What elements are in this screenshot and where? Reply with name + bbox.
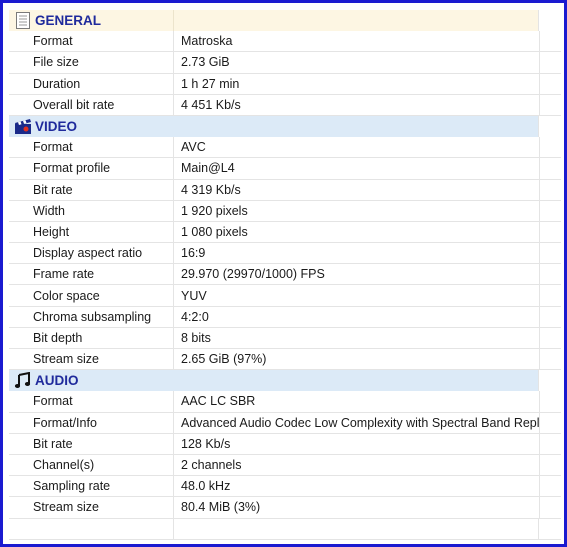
section-header-video[interactable]: VIDEO — [9, 115, 561, 138]
row-value: 16:9 — [173, 243, 539, 264]
video-row-height[interactable]: Height 1 080 pixels — [9, 221, 561, 244]
video-row-frame-rate[interactable]: Frame rate 29.970 (29970/1000) FPS — [9, 264, 561, 286]
row-value: 2.65 GiB (97%) — [173, 349, 539, 370]
row-value: Main@L4 — [173, 158, 539, 179]
row-label: Stream size — [33, 352, 99, 367]
row-label: Chroma subsampling — [33, 309, 152, 324]
row-label: Bit rate — [33, 436, 73, 451]
video-row-chroma-subsampling[interactable]: Chroma subsampling 4:2:0 — [9, 306, 561, 328]
row-label: Bit rate — [33, 182, 73, 197]
row-value: 2 channels — [173, 454, 539, 476]
row-label: Format — [33, 140, 73, 155]
row-label: Bit depth — [33, 330, 83, 345]
row-label: File size — [33, 55, 79, 70]
video-row-width[interactable]: Width 1 920 pixels — [9, 200, 561, 222]
video-row-stream-size[interactable]: Stream size 2.65 GiB (97%) — [9, 349, 561, 371]
row-value: 1 920 pixels — [173, 200, 539, 221]
row-label: Channel(s) — [33, 458, 95, 473]
row-value: AVC — [173, 137, 539, 158]
film-clapper-icon — [14, 118, 32, 135]
section-header-general[interactable]: GENERAL — [9, 10, 561, 32]
row-label: Duration — [33, 76, 81, 91]
section-title-audio: AUDIO — [35, 373, 79, 389]
row-label: Format — [33, 34, 73, 49]
music-note-icon — [14, 372, 32, 389]
video-row-format-profile[interactable]: Format profile Main@L4 — [9, 158, 561, 180]
empty-row — [9, 518, 561, 540]
row-label: Display aspect ratio — [33, 246, 143, 261]
row-label: Format/Info — [33, 415, 97, 430]
audio-row-stream-size[interactable]: Stream size 80.4 MiB (3%) — [9, 497, 561, 519]
row-value: YUV — [173, 285, 539, 306]
row-label: Height — [33, 224, 70, 239]
general-row-duration[interactable]: Duration 1 h 27 min — [9, 73, 561, 95]
section-header-audio[interactable]: AUDIO — [9, 370, 561, 392]
row-value: Advanced Audio Codec Low Complexity with… — [173, 412, 539, 433]
general-row-file-size[interactable]: File size 2.73 GiB — [9, 52, 561, 74]
row-label: Format profile — [33, 161, 111, 176]
row-value: 4 319 Kb/s — [173, 179, 539, 200]
row-label: Color space — [33, 288, 100, 303]
row-label: Frame rate — [33, 267, 95, 282]
media-info-grid: GENERAL Format Matroska File size 2.73 GiB… — [9, 10, 561, 540]
document-icon — [14, 12, 32, 30]
row-value: 48.0 kHz — [173, 476, 539, 497]
row-label: Width — [33, 203, 65, 218]
window-frame: GENERAL Format Matroska File size 2.73 GiB… — [0, 0, 567, 547]
row-label: Stream size — [33, 500, 99, 515]
video-row-format[interactable]: Format AVC — [9, 137, 561, 159]
row-value: 4 451 Kb/s — [173, 94, 539, 115]
row-label: Overall bit rate — [33, 97, 115, 112]
audio-row-format[interactable]: Format AAC LC SBR — [9, 391, 561, 413]
section-title-general: GENERAL — [35, 13, 102, 29]
row-label: Format — [33, 394, 73, 409]
video-row-color-space[interactable]: Color space YUV — [9, 285, 561, 307]
row-value: 2.73 GiB — [173, 52, 539, 73]
media-info-panel: GENERAL Format Matroska File size 2.73 GiB… — [9, 10, 561, 541]
video-row-bit-depth[interactable]: Bit depth 8 bits — [9, 327, 561, 349]
row-value: 4:2:0 — [173, 306, 539, 327]
row-value: 1 080 pixels — [173, 221, 539, 243]
general-row-format[interactable]: Format Matroska — [9, 31, 561, 53]
audio-row-format-info[interactable]: Format/Info Advanced Audio Codec Low Comp… — [9, 412, 561, 434]
row-value: 1 h 27 min — [173, 73, 539, 94]
row-value: 128 Kb/s — [173, 433, 539, 454]
row-value: AAC LC SBR — [173, 391, 539, 412]
row-value: 8 bits — [173, 327, 539, 348]
general-row-overall-bit-rate[interactable]: Overall bit rate 4 451 Kb/s — [9, 94, 561, 116]
video-row-bit-rate[interactable]: Bit rate 4 319 Kb/s — [9, 179, 561, 201]
row-value: 29.970 (29970/1000) FPS — [173, 264, 539, 285]
audio-row-sampling-rate[interactable]: Sampling rate 48.0 kHz — [9, 476, 561, 498]
row-value: 80.4 MiB (3%) — [173, 497, 539, 518]
audio-row-bit-rate[interactable]: Bit rate 128 Kb/s — [9, 433, 561, 455]
video-row-display-aspect-ratio[interactable]: Display aspect ratio 16:9 — [9, 243, 561, 265]
row-value: Matroska — [173, 31, 539, 52]
row-label: Sampling rate — [33, 479, 111, 494]
audio-row-channels[interactable]: Channel(s) 2 channels — [9, 454, 561, 477]
section-title-video: VIDEO — [35, 119, 78, 135]
